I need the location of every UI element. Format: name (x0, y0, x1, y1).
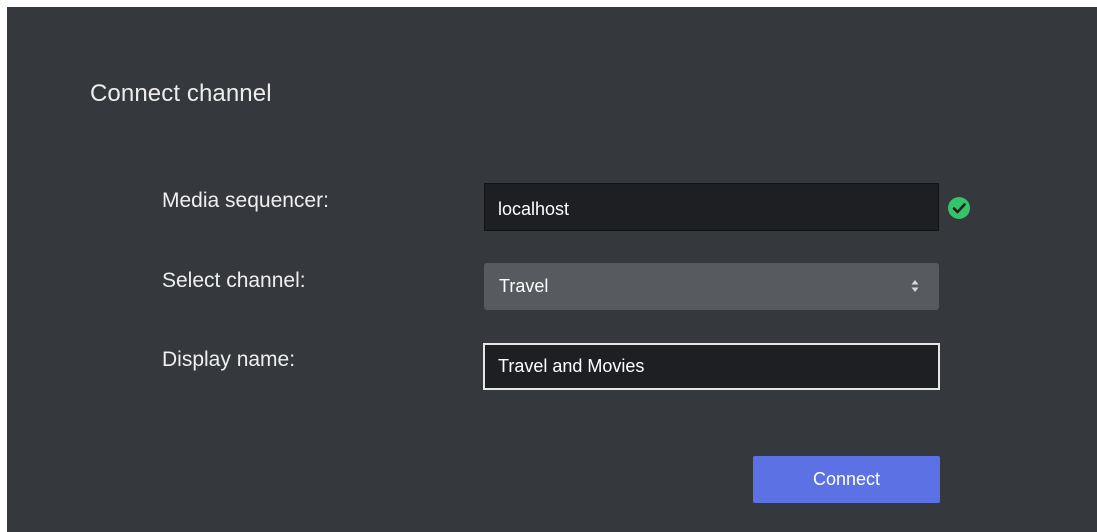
display-name-label: Display name: (162, 348, 296, 371)
channel-select[interactable]: Travel (484, 263, 939, 310)
check-circle-icon (948, 197, 970, 219)
channel-select-value: Travel (499, 276, 549, 296)
connect-button[interactable]: Connect (753, 456, 940, 503)
display-name-input[interactable] (483, 343, 940, 390)
connect-channel-dialog: Connect channel Media sequencer: Select … (7, 7, 1097, 532)
dialog-title: Connect channel (90, 80, 272, 107)
media-sequencer-input[interactable] (484, 183, 939, 231)
media-sequencer-label: Media sequencer: (162, 189, 329, 212)
select-channel-label: Select channel: (162, 269, 306, 292)
select-arrows-icon (911, 280, 919, 292)
